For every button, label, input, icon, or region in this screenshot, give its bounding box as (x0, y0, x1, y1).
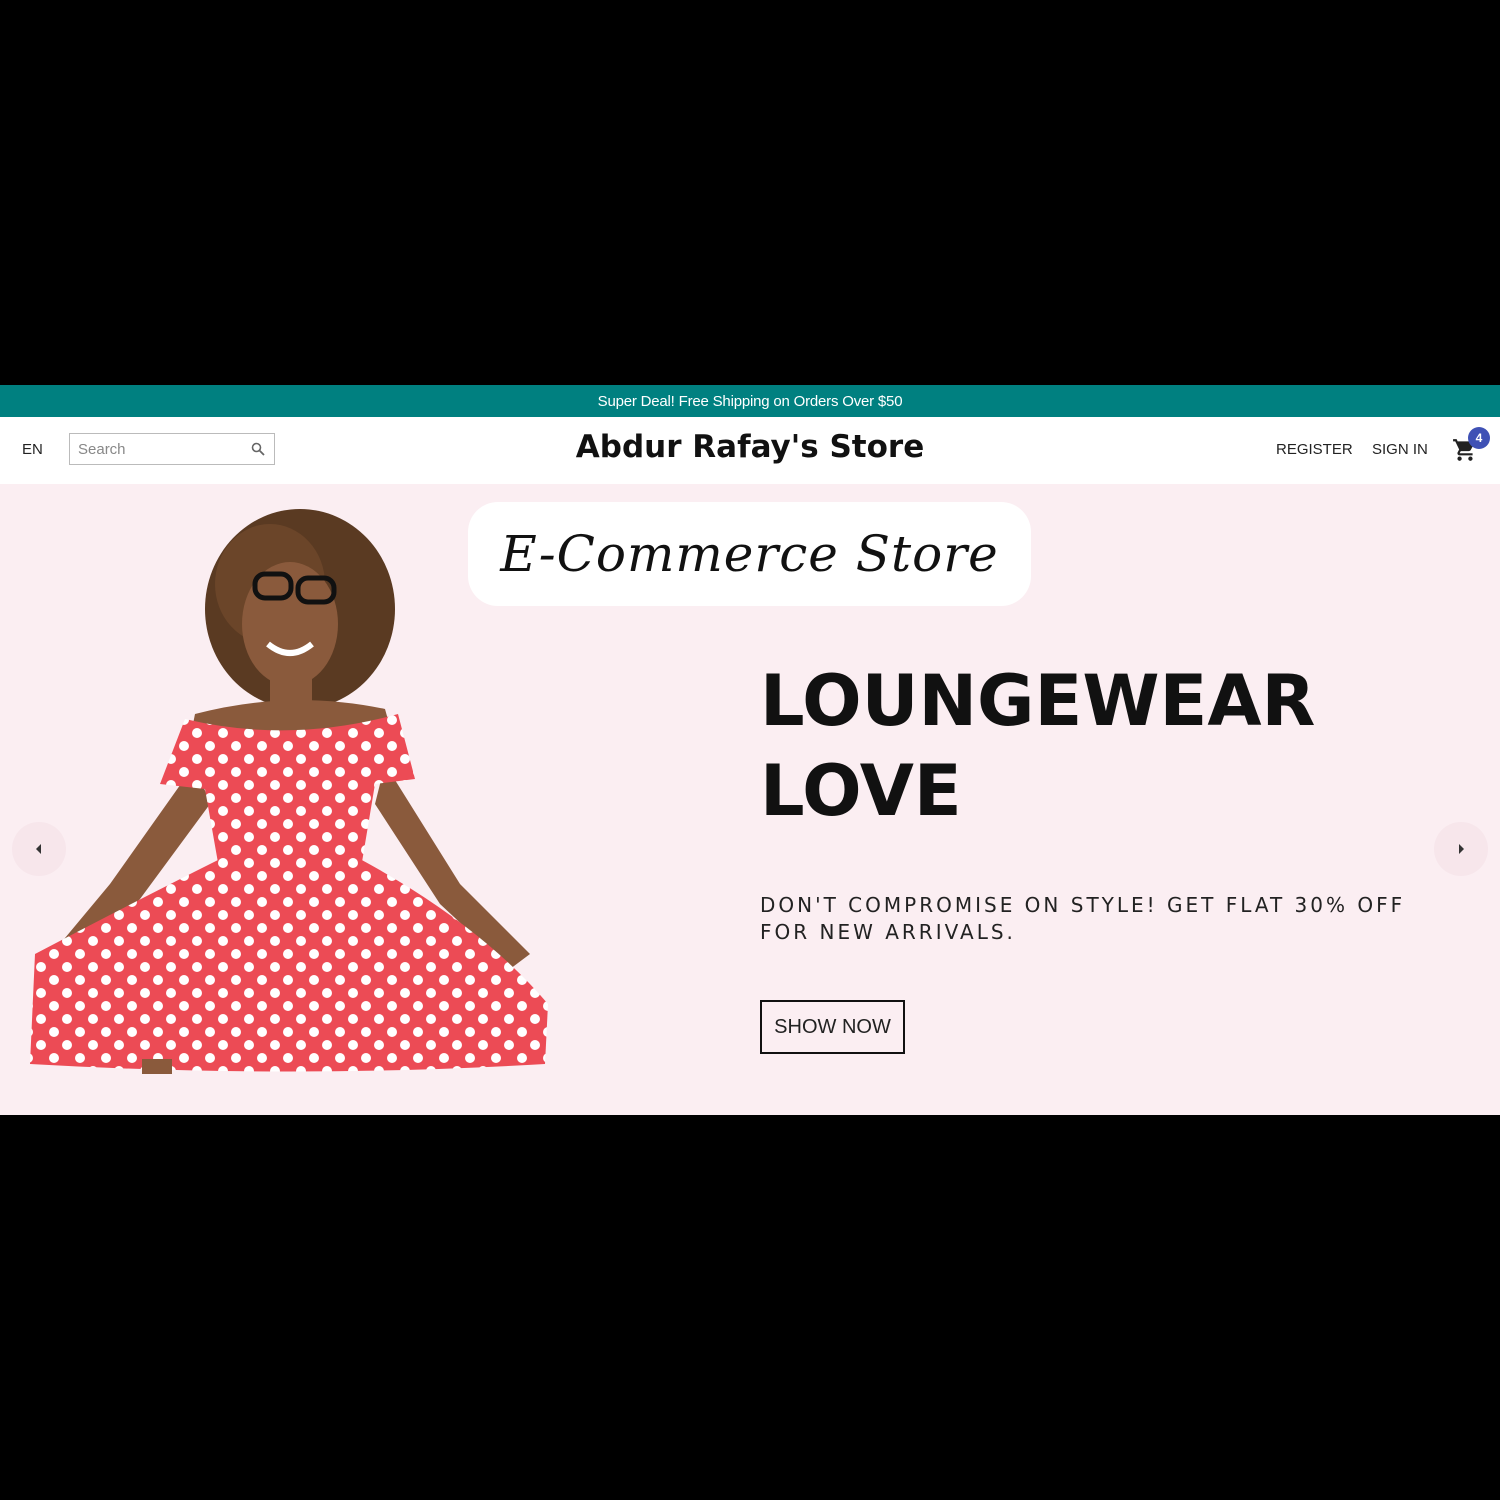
search-container (69, 433, 275, 465)
pill-text: E-Commerce Store (500, 525, 999, 583)
announcement-text: Super Deal! Free Shipping on Orders Over… (597, 392, 903, 410)
hero-description: DON'T COMPROMISE ON STYLE! GET FLAT 30% … (760, 893, 1406, 944)
arrow-right-icon (1459, 844, 1464, 854)
announcement-bar: Super Deal! Free Shipping on Orders Over… (0, 385, 1500, 417)
hero-title-line-1: LOUNGEWEAR (760, 660, 1316, 742)
slider-prev-button[interactable] (12, 822, 66, 876)
hero-title: LOUNGEWEAR LOVE (760, 656, 1400, 836)
sign-in-link[interactable]: SIGN IN (1372, 441, 1428, 458)
slider-next-button[interactable] (1434, 822, 1488, 876)
language-selector[interactable]: EN (22, 441, 43, 458)
cart-count-badge: 4 (1468, 427, 1490, 449)
arrow-left-icon (36, 844, 41, 854)
search-icon[interactable] (251, 442, 265, 456)
navbar: EN Abdur Rafay's Store REGISTER SIGN IN … (0, 417, 1500, 484)
hero-slider: E-Commerce Store LOUNGEWEAR LOVE DON'T C… (0, 484, 1500, 1115)
store-page: Super Deal! Free Shipping on Orders Over… (0, 385, 1500, 1115)
hero-title-line-2: LOVE (760, 750, 962, 832)
show-now-button[interactable]: SHOW NOW (760, 1000, 905, 1054)
register-link[interactable]: REGISTER (1276, 441, 1353, 458)
search-input[interactable] (78, 435, 248, 463)
hero-pill-title: E-Commerce Store (468, 502, 1031, 606)
